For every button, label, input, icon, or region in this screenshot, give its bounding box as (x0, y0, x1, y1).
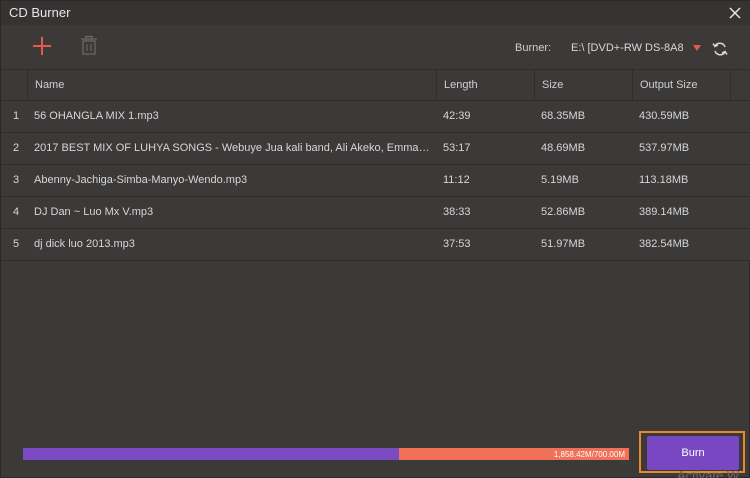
table-row[interactable]: 3 Abenny-Jachiga-Simba-Manyo-Wendo.mp3 1… (1, 165, 750, 197)
row-name: Abenny-Jachiga-Simba-Manyo-Wendo.mp3 (34, 174, 248, 186)
cd-burner-window: CD Burner Burner: E:\ [DVD+-RW DS-8A8SI … (0, 0, 750, 478)
row-output-size: 430.59MB (639, 110, 690, 122)
close-icon (729, 7, 741, 19)
row-index: 1 (13, 110, 20, 122)
header-name[interactable]: Name (27, 70, 436, 101)
title-bar: CD Burner (1, 1, 750, 25)
row-size: 68.35MB (541, 110, 586, 122)
row-size: 48.69MB (541, 142, 586, 154)
row-name: 56 OHANGLA MIX 1.mp3 (34, 110, 159, 122)
row-output-size: 537.97MB (639, 142, 690, 154)
window-title: CD Burner (9, 5, 71, 20)
capacity-text: 1,858.42M/700.00M (553, 450, 625, 459)
row-index: 5 (13, 238, 20, 250)
row-size: 52.86MB (541, 206, 586, 218)
row-index: 2 (13, 142, 20, 154)
add-file-button[interactable] (31, 35, 53, 57)
row-index: 3 (13, 174, 20, 186)
table-row[interactable]: 4 DJ Dan ~ Luo Mx V.mp3 38:33 52.86MB 38… (1, 197, 750, 229)
row-name: 2017 BEST MIX OF LUHYA SONGS - Webuye Ju… (34, 142, 434, 154)
row-output-size: 389.14MB (639, 206, 690, 218)
header-size[interactable]: Size (534, 70, 632, 101)
toolbar: Burner: E:\ [DVD+-RW DS-8A8SI (1, 25, 750, 69)
header-spacer (730, 70, 750, 101)
delete-button[interactable] (79, 35, 99, 57)
header-index (1, 70, 27, 101)
row-size: 51.97MB (541, 238, 586, 250)
refresh-button[interactable] (711, 40, 729, 58)
burn-button[interactable]: Burn (647, 436, 739, 470)
header-length[interactable]: Length (436, 70, 534, 101)
burner-dropdown-value: E:\ [DVD+-RW DS-8A8SI (571, 42, 683, 54)
row-name: dj dick luo 2013.mp3 (34, 238, 135, 250)
row-length: 53:17 (443, 142, 471, 154)
table-row[interactable]: 1 56 OHANGLA MIX 1.mp3 42:39 68.35MB 430… (1, 101, 750, 133)
table-header: Name Length Size Output Size (1, 69, 750, 101)
capacity-bar-fill (23, 448, 399, 460)
table-row[interactable]: 2 2017 BEST MIX OF LUHYA SONGS - Webuye … (1, 133, 750, 165)
trash-icon (81, 35, 97, 55)
capacity-bar: 1,858.42M/700.00M (23, 448, 629, 460)
row-length: 37:53 (443, 238, 471, 250)
dropdown-arrow-icon (693, 45, 701, 51)
burner-label: Burner: (515, 42, 552, 54)
table-row[interactable]: 5 dj dick luo 2013.mp3 37:53 51.97MB 382… (1, 229, 750, 261)
file-table: Name Length Size Output Size 1 56 OHANGL… (1, 69, 750, 261)
activation-watermark: Activate W (677, 468, 740, 478)
burner-dropdown[interactable]: E:\ [DVD+-RW DS-8A8SI (563, 38, 705, 60)
row-output-size: 382.54MB (639, 238, 690, 250)
row-length: 38:33 (443, 206, 471, 218)
row-length: 42:39 (443, 110, 471, 122)
row-name: DJ Dan ~ Luo Mx V.mp3 (34, 206, 154, 218)
row-size: 5.19MB (541, 174, 579, 186)
plus-icon (33, 37, 51, 55)
refresh-icon (712, 42, 728, 56)
header-output-size[interactable]: Output Size (632, 70, 730, 101)
row-index: 4 (13, 206, 20, 218)
row-length: 11:12 (443, 174, 470, 186)
row-output-size: 113.18MB (639, 174, 689, 186)
close-button[interactable] (725, 3, 745, 23)
